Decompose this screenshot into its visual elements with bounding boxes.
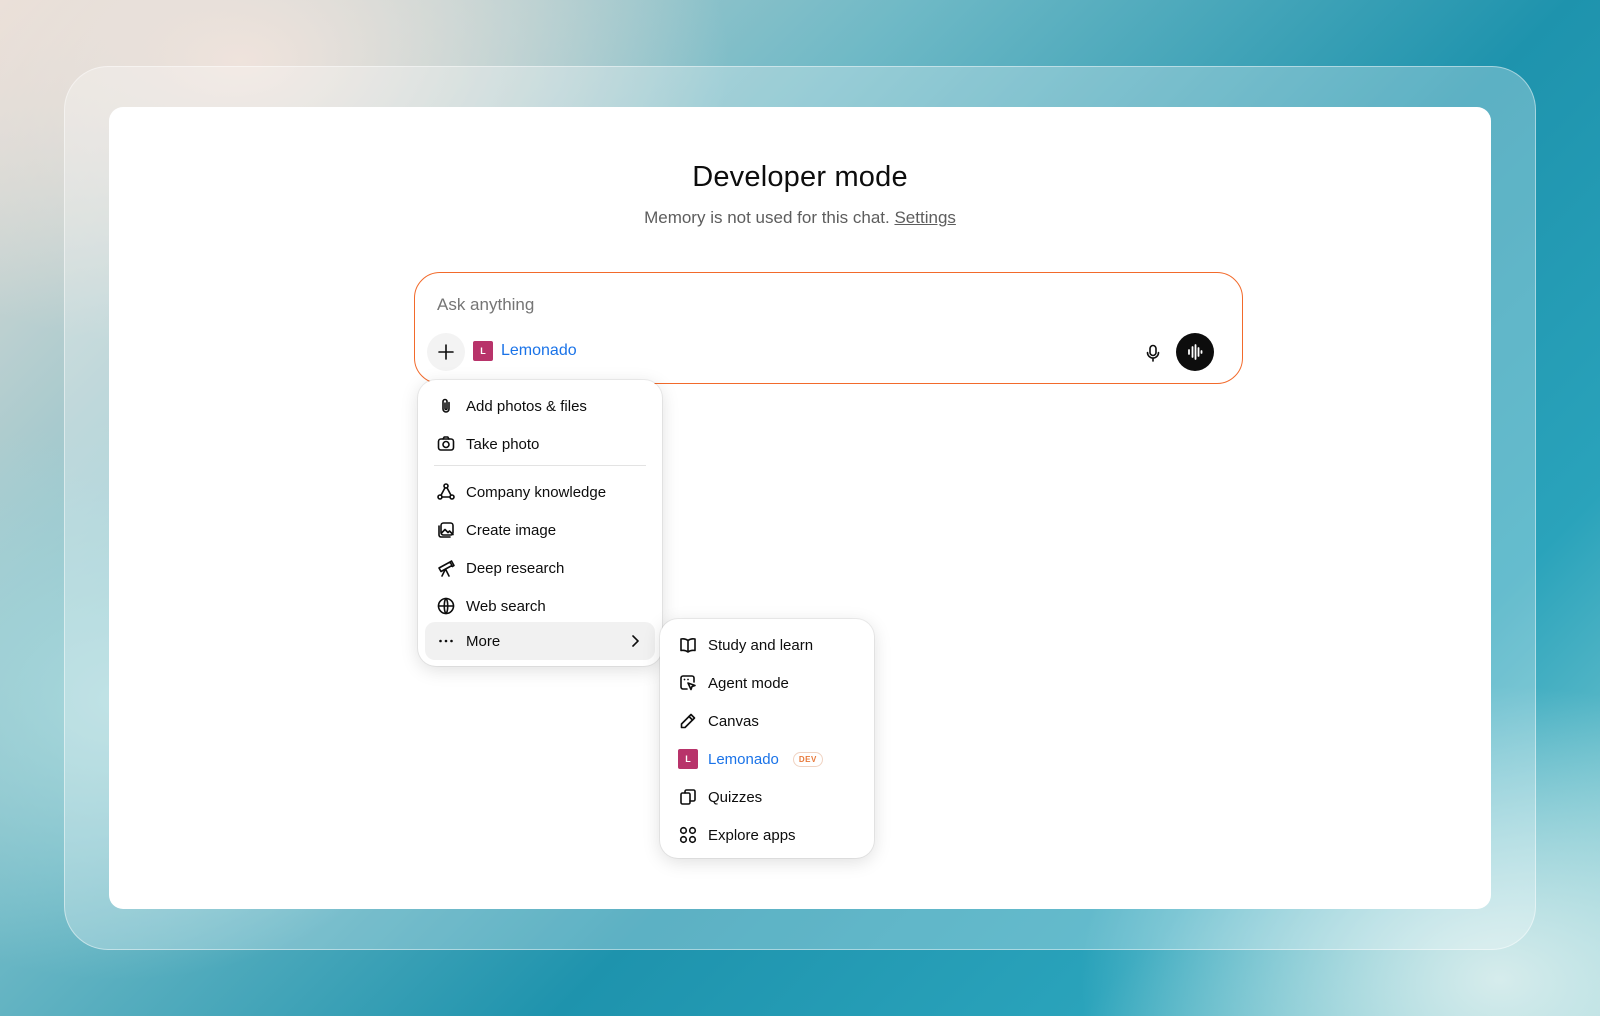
composer: L Lemonado [414, 272, 1243, 384]
menu-item-label: Company knowledge [466, 483, 607, 501]
menu-item-label: Deep research [466, 559, 565, 577]
network-icon [437, 483, 455, 500]
menu-item-label: Take photo [466, 435, 540, 453]
submenu-item-canvas[interactable]: Canvas [667, 702, 867, 740]
menu-item-label: Create image [466, 521, 557, 539]
book-icon [680, 638, 696, 653]
microphone-icon [1146, 344, 1160, 362]
submenu-item-label: Canvas [708, 712, 759, 730]
chevron-right-icon [632, 635, 639, 647]
page-title: Developer mode [692, 161, 908, 193]
app-chip-label: Lemonado [501, 342, 577, 359]
submenu-item-label: Agent mode [708, 674, 789, 692]
add-button[interactable] [427, 333, 465, 371]
menu-item-label: Web search [466, 597, 546, 615]
more-submenu: Study and learn Agent mode Canvas L Lemo… [660, 619, 874, 858]
submenu-item-label: Quizzes [708, 788, 763, 806]
submenu-item-lemonado[interactable]: L Lemonado DEV [667, 740, 867, 778]
memory-notice-text: Memory is not used for this chat. [644, 208, 890, 227]
submenu-item-label: Study and learn [708, 636, 814, 654]
telescope-icon [438, 560, 455, 577]
globe-icon [437, 597, 455, 615]
menu-item-label: Add photos & files [466, 397, 587, 415]
cards-icon [680, 789, 696, 805]
menu-item-take-photo[interactable]: Take photo [425, 425, 655, 463]
camera-icon [437, 436, 455, 451]
chat-window: Developer mode Memory is not used for th… [109, 107, 1491, 909]
submenu-item-study[interactable]: Study and learn [667, 626, 867, 664]
image-icon [438, 522, 454, 538]
menu-item-create-image[interactable]: Create image [425, 511, 655, 549]
menu-item-more[interactable]: More [425, 622, 655, 660]
dictate-button[interactable] [1137, 337, 1169, 369]
tools-menu: Add photos & files Take photo Company kn… [418, 380, 662, 666]
waveform-icon [1188, 344, 1203, 360]
settings-link[interactable]: Settings [894, 208, 955, 227]
apps-grid-icon [679, 826, 697, 844]
memory-notice: Memory is not used for this chat. Settin… [109, 208, 1491, 228]
submenu-item-quizzes[interactable]: Quizzes [667, 778, 867, 816]
plus-icon [438, 344, 454, 360]
lemonado-logo: L [473, 341, 493, 361]
app-chip-lemonado[interactable]: L Lemonado [473, 341, 577, 361]
paperclip-icon [442, 398, 450, 413]
more-dots-icon [439, 639, 453, 643]
submenu-item-explore-apps[interactable]: Explore apps [667, 816, 867, 854]
menu-item-company-knowledge[interactable]: Company knowledge [425, 473, 655, 511]
agent-cursor-icon [680, 675, 696, 691]
menu-item-web-search[interactable]: Web search [425, 587, 655, 625]
pencil-icon [680, 713, 696, 729]
menu-divider [434, 465, 646, 466]
submenu-item-label: Lemonado [708, 750, 779, 768]
menu-item-deep-research[interactable]: Deep research [425, 549, 655, 587]
menu-item-add-photos[interactable]: Add photos & files [425, 387, 655, 425]
submenu-item-agent-mode[interactable]: Agent mode [667, 664, 867, 702]
menu-item-label: More [466, 632, 501, 650]
dev-badge: DEV [792, 751, 823, 767]
lemonado-logo: L [678, 749, 698, 769]
prompt-input[interactable] [437, 295, 1037, 315]
voice-mode-button[interactable] [1176, 333, 1214, 371]
submenu-item-label: Explore apps [708, 826, 796, 844]
